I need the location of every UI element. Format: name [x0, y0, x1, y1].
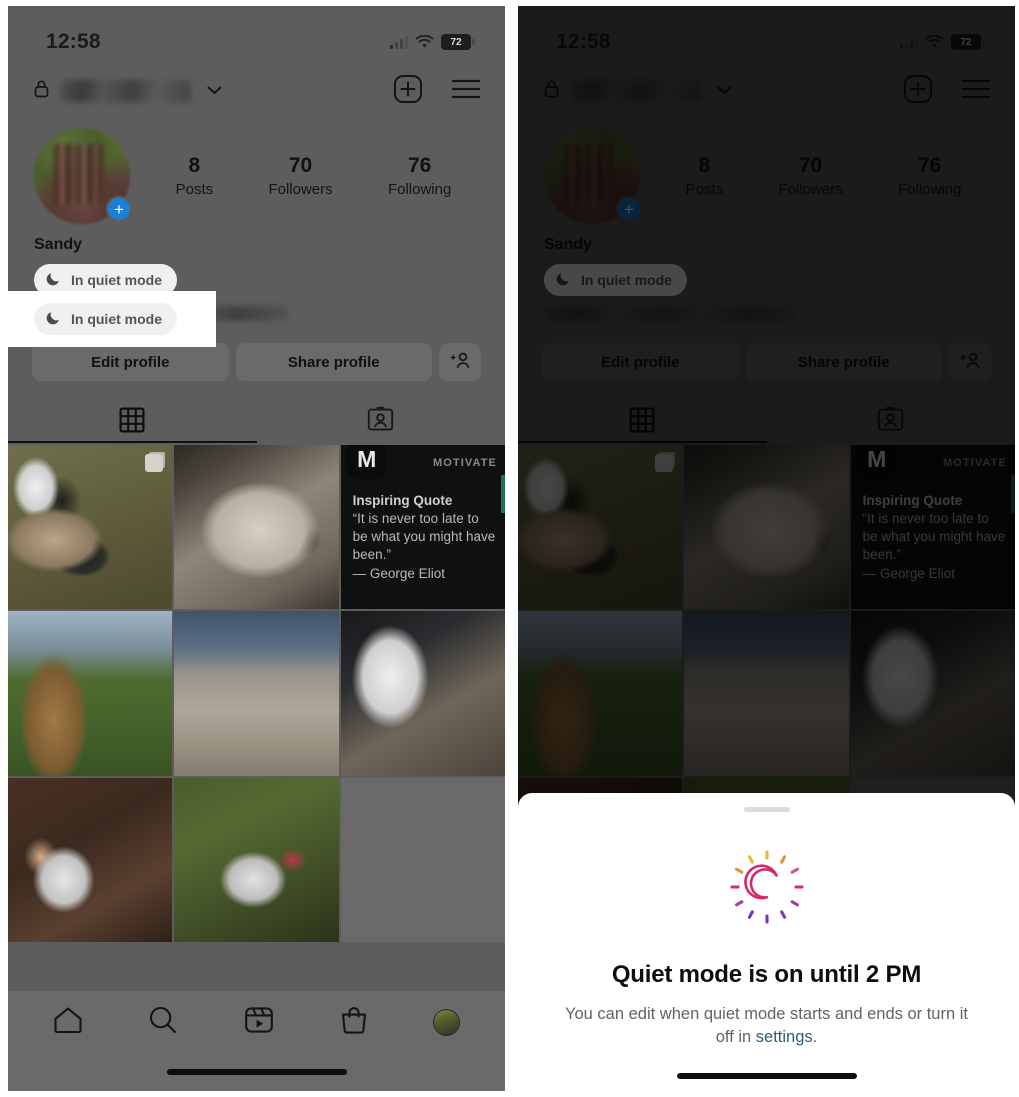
profile-summary: + 8 Posts 70 Followers 76 Following — [8, 118, 505, 224]
phone-panel-right: 12:58 72 — [518, 6, 1015, 1091]
lock-icon — [34, 79, 49, 103]
edit-profile-button[interactable]: Edit profile — [32, 343, 229, 381]
post-giraffe[interactable] — [8, 611, 173, 776]
username-redacted[interactable] — [61, 80, 191, 102]
quiet-mode-badge-highlighted[interactable]: In quiet mode — [34, 303, 177, 335]
hamburger-menu-icon[interactable] — [451, 78, 481, 105]
sheet-description: You can edit when quiet mode starts and … — [557, 1003, 977, 1050]
post-beach[interactable] — [174, 611, 339, 776]
cellular-bars-icon — [390, 35, 408, 49]
avatar[interactable]: + — [34, 128, 132, 224]
page-title: Sandy — [34, 236, 83, 253]
status-clock: 12:58 — [46, 30, 101, 53]
stat-following-value: 76 — [407, 154, 432, 178]
instagram-profile-screen-dimmed: 12:58 72 — [518, 6, 1015, 1091]
post-dogs-field[interactable] — [8, 445, 173, 610]
quiet-mode-moon-icon — [724, 844, 810, 935]
stat-posts-value: 8 — [188, 154, 201, 178]
posts-grid: M MOTIVATE Inspiring Quote “It is never … — [8, 445, 505, 942]
battery-level: 72 — [450, 36, 462, 48]
avatar-pixelation — [54, 144, 104, 204]
profile-tabs — [8, 401, 505, 443]
stat-following[interactable]: 76 Following — [388, 154, 451, 197]
quiet-mode-badge-label: In quiet mode — [71, 272, 162, 288]
crescent-moon-icon — [45, 309, 62, 329]
post-dog-bed[interactable] — [340, 611, 505, 776]
reels-icon[interactable] — [244, 1005, 274, 1040]
quiet-mode-badge-label-highlighted: In quiet mode — [71, 311, 162, 327]
shopping-bag-icon[interactable] — [340, 1005, 368, 1040]
home-indicator — [8, 1053, 505, 1091]
quote-accent-bar — [500, 475, 505, 513]
post-dog-couch[interactable] — [174, 777, 339, 942]
quiet-mode-highlight-box: In quiet mode — [8, 291, 216, 347]
add-person-icon — [449, 351, 471, 374]
post-empty — [340, 777, 505, 942]
quote-brand-badge: M — [346, 445, 387, 479]
header-action-icons — [393, 74, 481, 109]
sheet-drag-handle[interactable] — [743, 807, 790, 812]
phone-panel-left: 12:58 72 + 8 Posts 70 Followers 76 Follo… — [8, 6, 505, 1091]
post-inspiring-quote[interactable]: M MOTIVATE Inspiring Quote “It is never … — [340, 445, 505, 610]
tagged-person-icon — [367, 406, 394, 438]
sheet-description-after: . — [812, 1028, 818, 1047]
profile-stats: 8 Posts 70 Followers 76 Following — [130, 154, 479, 197]
share-profile-button[interactable]: Share profile — [235, 343, 432, 381]
post-dog-sleeping[interactable] — [174, 445, 339, 610]
quote-title: Inspiring Quote — [352, 493, 453, 508]
screenshot-stage: 12:58 72 + 8 Posts 70 Followers 76 Follo… — [0, 0, 1019, 1097]
status-bar: 12:58 72 — [8, 6, 505, 64]
wifi-icon — [415, 35, 434, 49]
add-person-button[interactable] — [439, 343, 481, 381]
home-icon[interactable] — [53, 1006, 83, 1039]
avatar-icon[interactable] — [433, 1008, 461, 1036]
status-indicators: 72 — [390, 34, 475, 50]
quiet-mode-bottom-sheet: Quiet mode is on until 2 PM You can edit… — [518, 793, 1015, 1091]
grid-icon — [119, 407, 145, 438]
quote-text: “It is never too late to be what you mig… — [352, 511, 496, 563]
add-story-button[interactable]: + — [106, 196, 132, 222]
bottom-nav-icons — [8, 991, 505, 1053]
quote-author: — George Eliot — [352, 566, 445, 582]
quote-body: Inspiring Quote “It is never too late to… — [353, 493, 497, 581]
stat-followers-value: 70 — [288, 154, 313, 178]
active-tab-indicator — [8, 440, 257, 443]
bottom-navigation — [8, 991, 505, 1091]
search-icon[interactable] — [148, 1005, 178, 1040]
app-header — [8, 64, 505, 118]
stat-posts-label: Posts — [175, 180, 214, 198]
multi-photo-icon — [145, 454, 164, 472]
stat-posts[interactable]: 8 Posts — [176, 154, 214, 197]
stat-following-label: Following — [387, 180, 452, 198]
crescent-moon-icon — [45, 270, 62, 290]
stat-followers[interactable]: 70 Followers — [268, 154, 332, 197]
instagram-profile-screen: 12:58 72 + 8 Posts 70 Followers 76 Follo… — [8, 6, 505, 1091]
sheet-title: Quiet mode is on until 2 PM — [611, 961, 922, 988]
home-indicator-sheet — [676, 1073, 857, 1079]
chevron-down-icon[interactable] — [207, 82, 222, 100]
battery-icon: 72 — [441, 34, 475, 50]
stat-followers-label: Followers — [268, 180, 333, 198]
quote-tag-label: MOTIVATE — [432, 457, 497, 469]
tab-tagged[interactable] — [257, 401, 506, 443]
sidebar-item-grid-tab[interactable] — [8, 401, 257, 443]
post-dog-floor[interactable] — [8, 777, 173, 942]
plus-square-icon[interactable] — [393, 74, 423, 109]
settings-link[interactable]: settings — [756, 1028, 813, 1046]
